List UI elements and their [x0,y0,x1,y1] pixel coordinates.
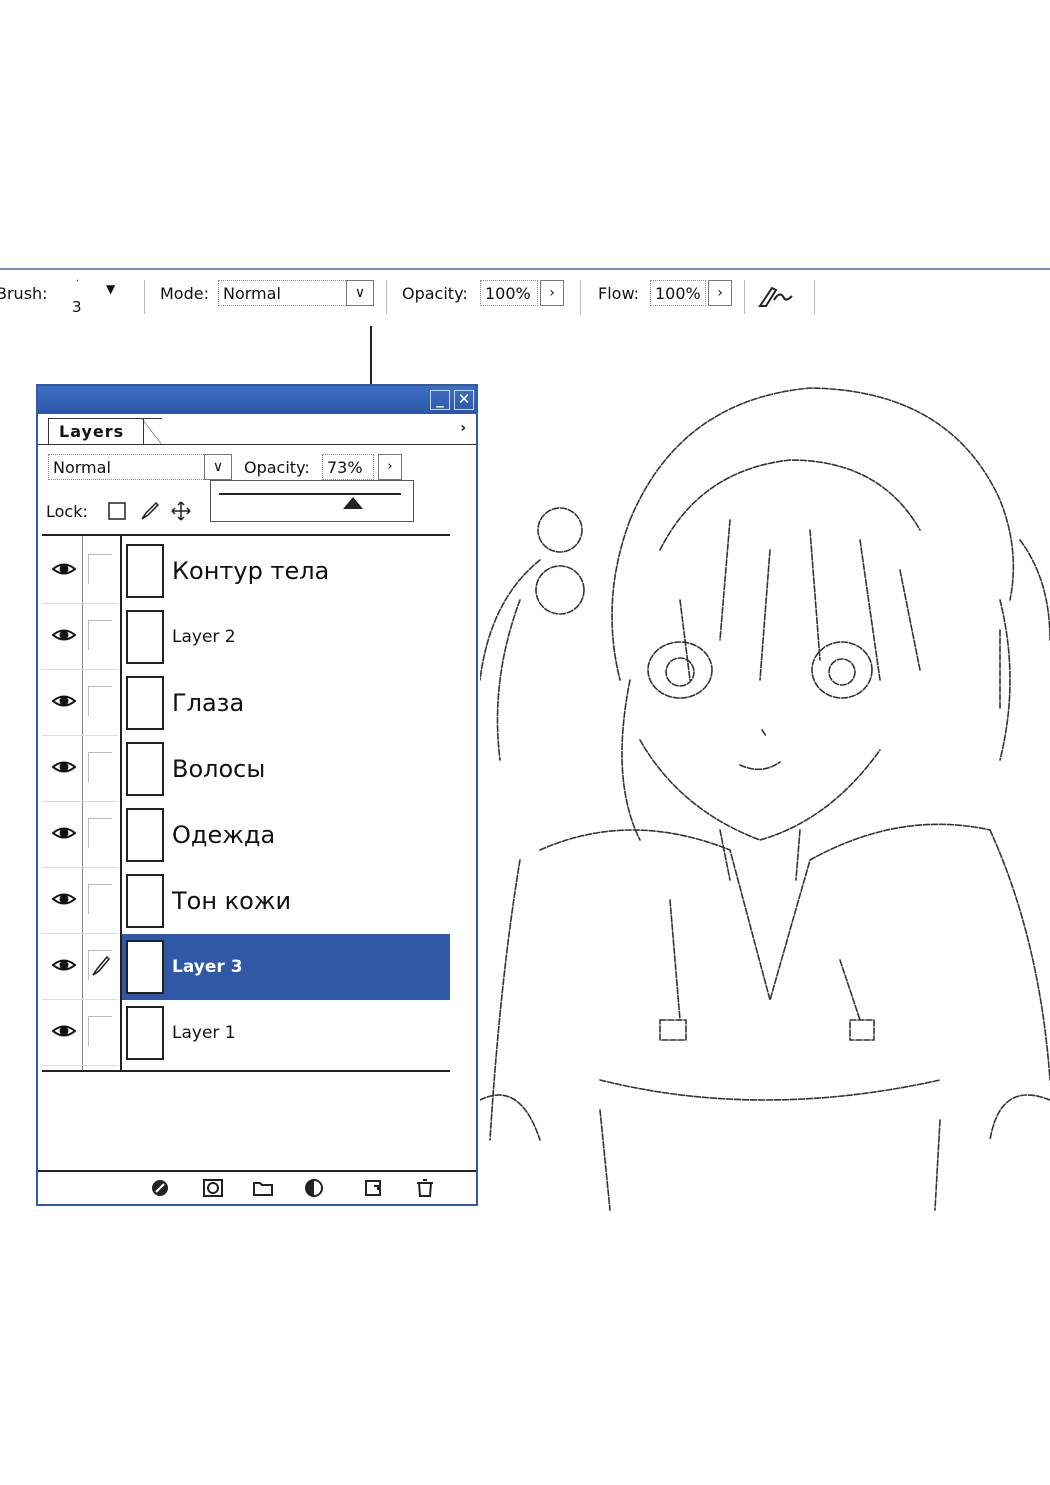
visibility-eye-icon[interactable] [51,692,77,710]
lock-image-brush-icon[interactable] [138,500,160,522]
separator [580,280,581,314]
opacity-label: Opacity: [402,284,468,303]
layer-name[interactable]: Контур тела [172,538,329,604]
flow-slider-arrow-icon[interactable]: › [708,280,732,306]
lock-label: Lock: [46,502,88,521]
separator [744,280,745,314]
palette-title-bar[interactable]: _ ✕ [38,386,476,414]
opacity-slider-arrow-icon[interactable]: › [540,280,564,306]
palette-bottom-bar [38,1170,476,1204]
visibility-eye-icon[interactable] [51,758,77,776]
tab-layers[interactable]: Layers [48,418,144,444]
layer-row[interactable]: Контур тела [42,538,450,604]
sketch-illustration [479,387,1050,1211]
trash-icon[interactable] [414,1178,436,1198]
layer-opacity-label: Opacity: [244,458,310,477]
opacity-input[interactable]: 100% [480,280,538,306]
layer-style-icon[interactable] [150,1178,172,1198]
layers-palette[interactable]: _ ✕ Layers › Normal ∨ Opacity: 73% › Loc… [36,384,478,1206]
mode-dropdown-chevron-icon[interactable]: ∨ [346,280,374,306]
separator [144,280,145,314]
brush-label: Brush: [0,284,48,303]
visibility-eye-icon[interactable] [51,824,77,842]
link-box[interactable] [88,554,112,584]
layer-thumbnail [126,544,164,598]
brush-preview-dot: · [76,276,80,287]
layer-row[interactable]: Layer 2 [42,604,450,670]
layer-thumbnail [126,808,164,862]
link-box[interactable] [88,620,112,650]
layer-opacity-arrow-icon[interactable]: › [378,454,402,480]
new-layer-icon[interactable] [362,1178,384,1198]
link-box[interactable] [88,752,112,782]
layer-name[interactable]: Layer 2 [172,604,236,670]
mask-icon[interactable] [202,1178,224,1198]
palette-tab-row: Layers [38,414,476,445]
layer-thumbnail [126,1006,164,1060]
layer-row[interactable]: Тон кожи [42,868,450,934]
canvas-line-art[interactable] [479,380,1050,1216]
mode-label: Mode: [160,284,209,303]
layer-thumbnail [126,742,164,796]
close-icon[interactable]: ✕ [454,390,474,410]
tool-options-bar: Brush: 3 · ▼ Mode: Normal ∨ Opacity: 100… [0,268,1050,322]
adjustment-layer-icon[interactable] [304,1178,326,1198]
blend-mode-chevron-icon[interactable]: ∨ [204,454,232,480]
airbrush-icon[interactable] [756,280,796,310]
layer-thumbnail [126,610,164,664]
layer-list[interactable]: Контур тела Layer 2 Глаза Волосы Одежда Тон к… [42,534,450,1072]
visibility-eye-icon[interactable] [51,890,77,908]
layer-thumbnail [126,676,164,730]
link-box[interactable] [88,1016,112,1046]
brush-size-value[interactable]: 3 [72,298,82,316]
layer-name[interactable]: Layer 1 [172,1000,236,1066]
opacity-slider-thumb[interactable] [343,497,364,509]
link-box[interactable] [88,884,112,914]
palette-menu-arrow-icon[interactable]: › [460,420,466,436]
paintbrush-icon[interactable] [88,950,112,980]
link-box[interactable] [88,686,112,716]
layer-name[interactable]: Тон кожи [172,868,291,934]
separator [814,280,815,314]
layer-row[interactable]: Layer 1 [42,1000,450,1066]
visibility-eye-icon[interactable] [51,1022,77,1040]
separator [386,280,387,314]
brush-dropdown-arrow-icon[interactable]: ▼ [106,282,115,296]
layer-name[interactable]: Глаза [172,670,244,736]
layer-row[interactable]: Одежда [42,802,450,868]
link-box[interactable] [88,818,112,848]
layer-opacity-input[interactable]: 73% [322,454,374,480]
tab-edge [142,418,162,445]
layer-row[interactable]: Layer 3 [42,934,450,1000]
layer-row[interactable]: Волосы [42,736,450,802]
opacity-slider-popup[interactable] [210,480,414,522]
layer-name[interactable]: Одежда [172,802,275,868]
layer-thumbnail [126,940,164,994]
lock-transparency-icon[interactable] [106,500,128,522]
flow-input[interactable]: 100% [650,280,706,306]
layer-thumbnail [126,874,164,928]
layer-row[interactable]: Глаза [42,670,450,736]
palette-dock-line [370,326,372,384]
opacity-slider-track[interactable] [219,493,401,495]
minimize-icon[interactable]: _ [430,390,450,410]
row-divider [42,1065,118,1066]
lock-position-move-icon[interactable] [170,500,192,522]
folder-icon[interactable] [252,1178,274,1198]
layer-name[interactable]: Layer 3 [172,934,243,1000]
layer-name[interactable]: Волосы [172,736,265,802]
visibility-eye-icon[interactable] [51,626,77,644]
visibility-eye-icon[interactable] [51,560,77,578]
visibility-eye-icon[interactable] [51,956,77,974]
flow-label: Flow: [598,284,640,303]
